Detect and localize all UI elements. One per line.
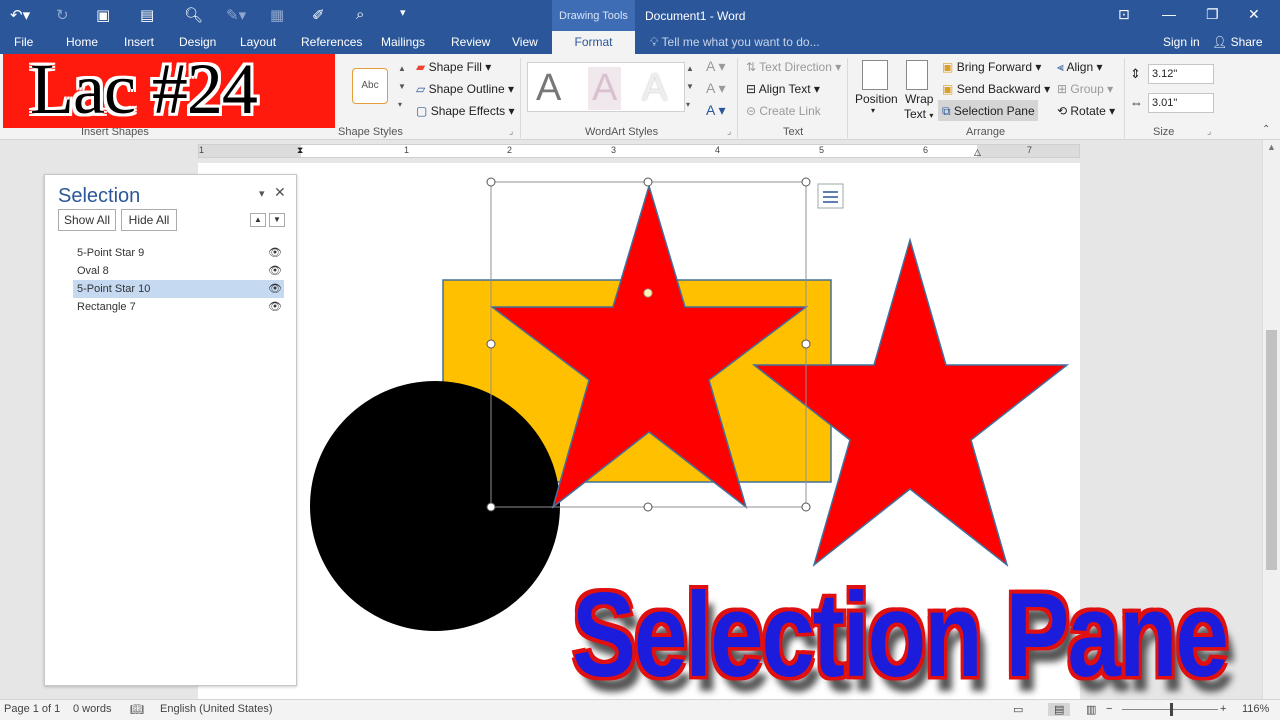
read-mode-icon[interactable]: ▭ — [1013, 703, 1023, 716]
resize-handle[interactable] — [643, 177, 653, 187]
page-count[interactable]: Page 1 of 1 — [4, 703, 60, 715]
selection-item-rectangle-7[interactable]: Rectangle 7 👁︎ — [73, 298, 284, 316]
video-overlay-title: Selection Pane — [572, 568, 1229, 702]
visibility-eye-icon[interactable]: 👁︎ — [266, 298, 284, 316]
hide-all-button[interactable]: Hide All — [121, 209, 177, 231]
word-count[interactable]: 0 words — [73, 703, 112, 715]
visibility-eye-icon[interactable]: 👁︎ — [266, 244, 284, 262]
zoom-out-icon[interactable]: − — [1106, 703, 1112, 715]
visibility-eye-icon[interactable]: 👁︎ — [266, 280, 284, 298]
selection-item-oval-8[interactable]: Oval 8 👁︎ — [73, 262, 284, 280]
selection-item-label: Oval 8 — [77, 265, 109, 277]
vertical-scrollbar[interactable]: ▲ — [1262, 140, 1280, 700]
bring-forward-arrow-icon[interactable]: ▲ — [250, 213, 266, 227]
selection-item-star-10[interactable]: 5-Point Star 10 👁︎ — [73, 280, 284, 298]
language-status[interactable]: English (United States) — [160, 703, 273, 715]
oval-8[interactable] — [310, 381, 560, 631]
print-layout-icon[interactable]: ▤ — [1048, 703, 1071, 716]
layout-options-icon[interactable] — [817, 183, 844, 209]
status-bar: Page 1 of 1 0 words 📖︎ English (United S… — [0, 699, 1280, 720]
selection-pane-title: Selection — [58, 185, 141, 207]
pane-close-icon[interactable]: ✕ — [274, 184, 286, 201]
resize-handle[interactable] — [801, 339, 811, 349]
zoom-in-icon[interactable]: + — [1220, 703, 1226, 715]
selection-item-star-9[interactable]: 5-Point Star 9 👁︎ — [73, 244, 284, 262]
selection-item-label: 5-Point Star 10 — [77, 283, 151, 295]
selection-item-label: 5-Point Star 9 — [77, 247, 145, 259]
resize-handle[interactable] — [486, 339, 496, 349]
resize-handle[interactable] — [801, 177, 811, 187]
visibility-eye-icon[interactable]: 👁︎ — [266, 262, 284, 280]
web-layout-icon[interactable]: ▥ — [1086, 703, 1096, 716]
proofing-icon[interactable]: 📖︎ — [130, 703, 144, 716]
resize-handle[interactable] — [486, 177, 496, 187]
resize-handle[interactable] — [643, 502, 653, 512]
scrollbar-thumb[interactable] — [1266, 330, 1277, 570]
send-backward-arrow-icon[interactable]: ▼ — [269, 213, 285, 227]
selection-pane: Selection ▾ ✕ Show All Hide All ▲ ▼ 5-Po… — [44, 174, 297, 686]
resize-handle[interactable] — [801, 502, 811, 512]
pane-options-icon[interactable]: ▾ — [259, 187, 265, 200]
selection-item-label: Rectangle 7 — [77, 301, 136, 313]
resize-handle[interactable] — [486, 502, 496, 512]
show-all-button[interactable]: Show All — [58, 209, 116, 231]
zoom-level[interactable]: 116% — [1242, 703, 1269, 715]
zoom-slider-thumb[interactable] — [1170, 703, 1173, 716]
scroll-up-icon[interactable]: ▲ — [1267, 142, 1276, 152]
adjust-handle[interactable] — [643, 288, 653, 298]
